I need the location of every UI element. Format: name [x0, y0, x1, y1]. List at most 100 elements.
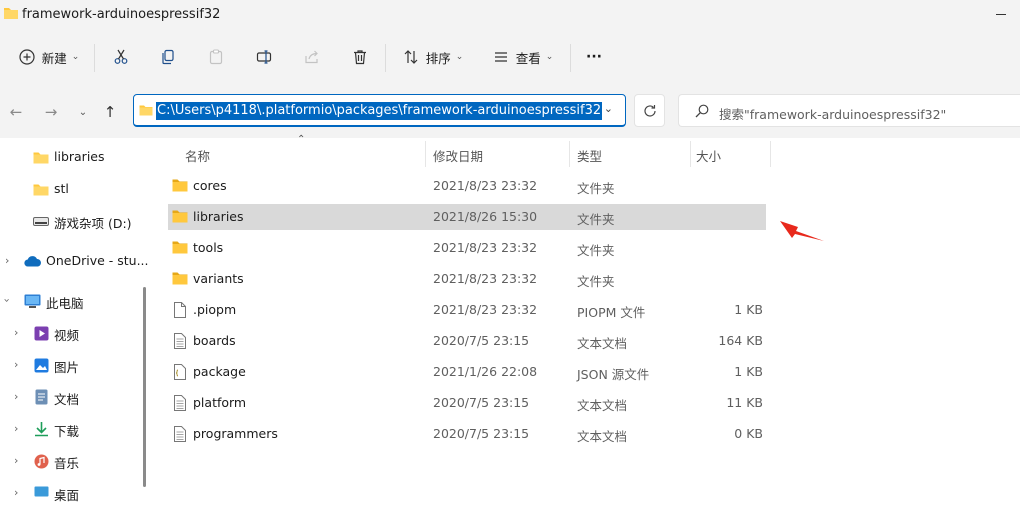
- sidebar-item-label: stl: [54, 181, 69, 196]
- file-type: 文件夹: [577, 181, 615, 196]
- file-type: 文件夹: [577, 212, 615, 227]
- annotation-arrow-icon: [780, 221, 824, 241]
- sidebar-item-drive-d[interactable]: 游戏杂项 (D:): [0, 205, 140, 237]
- sidebar-item-videos[interactable]: › 视频: [0, 317, 140, 349]
- file-date: 2021/8/26 15:30: [433, 209, 538, 224]
- address-bar[interactable]: C:\Users\p4118\.platformio\packages\fram…: [133, 94, 626, 127]
- cut-button[interactable]: [108, 40, 134, 74]
- view-button[interactable]: 查看 ⌄: [490, 40, 556, 74]
- sidebar-item-label: OneDrive - stu...: [46, 253, 149, 268]
- chevron-right-icon[interactable]: ›: [14, 422, 18, 435]
- sidebar-item-music[interactable]: › 音乐: [0, 445, 140, 477]
- sidebar-item-libraries[interactable]: libraries: [0, 141, 140, 173]
- file-date: 2020/7/5 23:15: [433, 333, 530, 348]
- sort-button[interactable]: 排序 ⌄: [400, 40, 466, 74]
- chevron-down-icon[interactable]: ›: [1, 298, 14, 302]
- sidebar-item-pictures[interactable]: › 图片: [0, 349, 140, 381]
- file-name: boards: [193, 333, 236, 348]
- sidebar-scrollbar[interactable]: [143, 287, 146, 487]
- table-row[interactable]: variants 2021/8/23 23:32 文件夹: [168, 266, 766, 292]
- file-date: 2021/8/23 23:32: [433, 302, 538, 317]
- toolbar-divider: [385, 44, 386, 72]
- navigation-pane: libraries stl 游戏杂项 (D:) › OneDrive - stu…: [0, 138, 150, 503]
- folder-icon: [33, 184, 49, 196]
- file-date: 2021/8/23 23:32: [433, 178, 538, 193]
- column-divider[interactable]: [569, 141, 570, 167]
- window-title: framework-arduinoespressif32: [22, 7, 221, 22]
- table-row[interactable]: .piopm 2021/8/23 23:32 PIOPM 文件 1 KB: [168, 297, 766, 323]
- table-row[interactable]: tools 2021/8/23 23:32 文件夹: [168, 235, 766, 261]
- refresh-button[interactable]: [634, 94, 665, 127]
- file-name: programmers: [193, 426, 278, 441]
- table-row[interactable]: platform 2020/7/5 23:15 文本文档 11 KB: [168, 390, 766, 416]
- picture-icon: [34, 358, 49, 373]
- column-header-name[interactable]: 名称: [185, 146, 210, 165]
- column-divider[interactable]: [770, 141, 771, 167]
- table-row-selected[interactable]: libraries 2021/8/26 15:30 文件夹: [168, 204, 766, 230]
- sidebar-item-desktop[interactable]: › 桌面: [0, 477, 140, 509]
- up-arrow-icon[interactable]: ↑: [97, 99, 123, 125]
- table-row[interactable]: cores 2021/8/23 23:32 文件夹: [168, 173, 766, 199]
- new-button[interactable]: 新建 ⌄: [14, 40, 84, 74]
- chevron-down-icon: ⌄: [71, 52, 80, 62]
- table-row[interactable]: package 2021/1/26 22:08 JSON 源文件 1 KB: [168, 359, 766, 385]
- chevron-right-icon[interactable]: ›: [14, 486, 18, 499]
- onedrive-icon: [24, 256, 41, 267]
- share-icon: [305, 50, 318, 64]
- sidebar-item-stl[interactable]: stl: [0, 173, 140, 205]
- view-icon: [494, 52, 507, 62]
- recent-locations-chevron-icon[interactable]: ⌄: [70, 99, 96, 125]
- file-size: 164 KB: [718, 333, 763, 348]
- text-file-icon: [174, 426, 186, 442]
- copy-button[interactable]: [155, 40, 181, 74]
- column-header-type[interactable]: 类型: [577, 146, 602, 165]
- minimize-button[interactable]: [996, 14, 1006, 15]
- column-divider[interactable]: [425, 141, 426, 167]
- folder-icon: [33, 152, 49, 164]
- video-icon: [34, 326, 49, 341]
- rename-button[interactable]: [251, 40, 277, 74]
- column-divider[interactable]: [690, 141, 691, 167]
- folder-icon: [139, 105, 153, 116]
- file-date: 2021/8/23 23:32: [433, 271, 538, 286]
- drive-icon: [33, 217, 49, 226]
- share-button[interactable]: [299, 40, 325, 74]
- sidebar-item-downloads[interactable]: › 下载: [0, 413, 140, 445]
- chevron-right-icon[interactable]: ›: [14, 358, 18, 371]
- download-icon: [35, 422, 48, 437]
- file-type: 文件夹: [577, 274, 615, 289]
- navigation-bar: ← → ⌄ ↑ C:\Users\p4118\.platformio\packa…: [0, 85, 1020, 138]
- new-button-label: 新建: [41, 50, 67, 66]
- delete-button[interactable]: [347, 40, 373, 74]
- folder-icon: [172, 210, 188, 223]
- back-arrow-icon[interactable]: ←: [3, 99, 29, 125]
- file-date: 2020/7/5 23:15: [433, 395, 530, 410]
- chevron-down-icon[interactable]: ⌄: [604, 102, 613, 115]
- file-name: cores: [193, 178, 227, 193]
- table-row[interactable]: boards 2020/7/5 23:15 文本文档 164 KB: [168, 328, 766, 354]
- column-header-date[interactable]: 修改日期: [433, 146, 483, 165]
- chevron-right-icon[interactable]: ›: [14, 454, 18, 467]
- music-icon: [34, 454, 49, 469]
- table-row[interactable]: programmers 2020/7/5 23:15 文本文档 0 KB: [168, 421, 766, 447]
- paste-button[interactable]: [203, 40, 229, 74]
- sidebar-item-this-pc[interactable]: › 此电脑: [0, 285, 140, 317]
- chevron-right-icon[interactable]: ›: [14, 390, 18, 403]
- search-box[interactable]: 搜索"framework-arduinoespressif32": [678, 94, 1020, 127]
- view-button-label: 查看: [515, 50, 541, 66]
- sort-button-label: 排序: [425, 50, 451, 66]
- toolbar-divider: [570, 44, 571, 72]
- trash-icon: [354, 50, 366, 65]
- sidebar-item-documents[interactable]: › 文档: [0, 381, 140, 413]
- address-path[interactable]: C:\Users\p4118\.platformio\packages\fram…: [156, 102, 603, 120]
- more-options-button[interactable]: ···: [580, 40, 608, 74]
- chevron-right-icon[interactable]: ›: [5, 254, 9, 267]
- search-input[interactable]: 搜索"framework-arduinoespressif32": [719, 104, 946, 123]
- folder-icon: [4, 8, 18, 19]
- json-file-icon: [174, 364, 186, 380]
- chevron-right-icon[interactable]: ›: [14, 326, 18, 339]
- sidebar-item-onedrive[interactable]: › OneDrive - stu...: [0, 245, 149, 277]
- forward-arrow-icon[interactable]: →: [38, 99, 64, 125]
- column-header-size[interactable]: 大小: [696, 146, 721, 165]
- folder-icon: [172, 179, 188, 192]
